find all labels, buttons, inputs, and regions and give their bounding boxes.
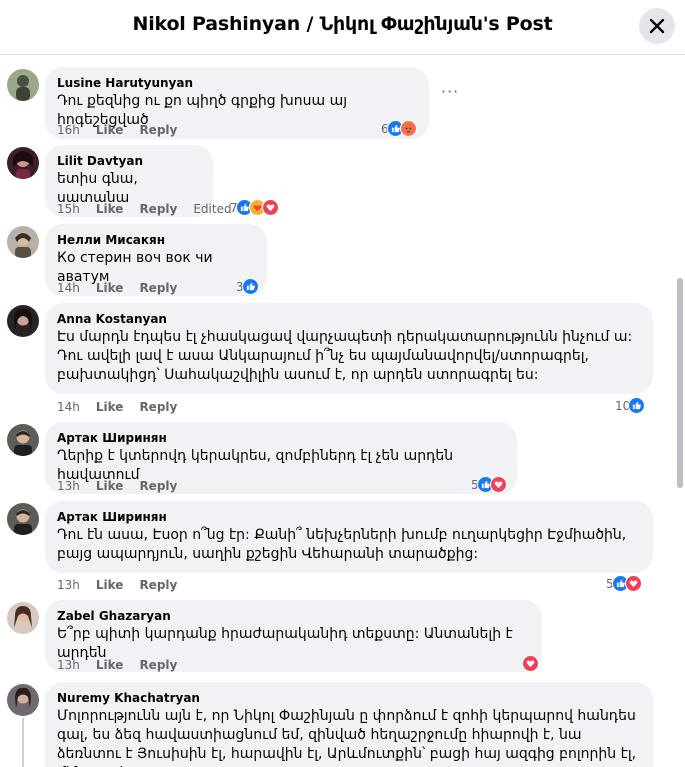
avatar[interactable] bbox=[7, 503, 39, 535]
like-button[interactable]: Like bbox=[96, 479, 124, 493]
comment-author[interactable]: Zabel Ghazaryan bbox=[57, 608, 530, 624]
reaction-summary[interactable]: 5 bbox=[606, 575, 642, 592]
reply-button[interactable]: Reply bbox=[139, 658, 177, 672]
reply-button[interactable]: Reply bbox=[139, 123, 177, 137]
love-icon bbox=[522, 655, 539, 672]
comment-bubble: Anna Kostanyan Էս մարդն էդպես էլ չհասկաց… bbox=[45, 303, 653, 394]
comment-time[interactable]: 14h bbox=[57, 281, 80, 295]
scrollbar[interactable] bbox=[677, 278, 683, 488]
comment-actions: 13h Like Reply bbox=[57, 578, 193, 592]
reaction-summary[interactable]: 6 bbox=[381, 120, 417, 137]
reaction-summary[interactable]: 5 bbox=[471, 476, 507, 493]
comment-author[interactable]: Нелли Мисакян bbox=[57, 232, 255, 248]
reply-button[interactable]: Reply bbox=[139, 400, 177, 414]
thread-line bbox=[22, 718, 24, 767]
reply-button[interactable]: Reply bbox=[139, 281, 177, 295]
like-button[interactable]: Like bbox=[96, 400, 124, 414]
reaction-summary[interactable] bbox=[522, 655, 539, 672]
reaction-summary[interactable]: 3 bbox=[236, 278, 259, 295]
dialog-title: Nikol Pashinyan / Նիկոլ Փաշինյան's Post bbox=[132, 13, 553, 35]
like-button[interactable]: Like bbox=[96, 578, 124, 592]
comment-author[interactable]: Nuremy Khachatryan bbox=[57, 690, 641, 706]
comment-time[interactable]: 14h bbox=[57, 400, 80, 414]
comment-actions: 13h Like Reply bbox=[57, 658, 193, 672]
post-dialog-header: Nikol Pashinyan / Նիկոլ Փաշինյան's Post bbox=[0, 0, 685, 55]
comment-bubble: Артак Ширинян Դու էն ասա, Էսօր ո՞նց էր: … bbox=[45, 501, 653, 573]
avatar[interactable] bbox=[7, 226, 39, 258]
comment-author[interactable]: Lilit Davtyan bbox=[57, 153, 201, 169]
love-icon bbox=[261, 199, 279, 216]
avatar[interactable] bbox=[7, 147, 39, 179]
more-options-icon[interactable]: ··· bbox=[441, 82, 459, 101]
avatar[interactable] bbox=[7, 305, 39, 337]
comment-time[interactable]: 13h bbox=[57, 479, 80, 493]
avatar[interactable] bbox=[7, 424, 39, 456]
comment-author[interactable]: Lusine Harutyunyan bbox=[57, 75, 417, 91]
comment-time[interactable]: 13h bbox=[57, 658, 80, 672]
comment-actions: 15h Like Reply Edited bbox=[57, 202, 248, 216]
comment-actions: 16h Like Reply bbox=[57, 123, 193, 137]
like-button[interactable]: Like bbox=[96, 281, 124, 295]
reply-button[interactable]: Reply bbox=[139, 202, 177, 216]
comment-author[interactable]: Anna Kostanyan bbox=[57, 311, 641, 327]
avatar[interactable] bbox=[7, 602, 39, 634]
comment-time[interactable]: 15h bbox=[57, 202, 80, 216]
avatar[interactable] bbox=[7, 69, 39, 101]
comment-bubble: Nuremy Khachatryan Մոլորությունն այն է, … bbox=[45, 682, 653, 767]
angry-icon bbox=[399, 120, 417, 137]
comment-actions: 13h Like Reply bbox=[57, 479, 193, 493]
comment-actions: 14h Like Reply bbox=[57, 400, 193, 414]
comment-author[interactable]: Артак Ширинян bbox=[57, 509, 641, 525]
reply-button[interactable]: Reply bbox=[139, 479, 177, 493]
reply-button[interactable]: Reply bbox=[139, 578, 177, 592]
comment-text: Մոլորությունն այն է, որ Նիկոլ Փաշինյան ը… bbox=[57, 708, 637, 767]
like-icon bbox=[628, 397, 646, 414]
comment-text: Դու էն ասա, Էսօր ո՞նց էր: Քանի՞ նեխչերնե… bbox=[57, 527, 627, 562]
reaction-summary[interactable]: 7 bbox=[230, 199, 279, 216]
close-icon bbox=[649, 18, 665, 34]
like-button[interactable]: Like bbox=[96, 202, 124, 216]
love-icon bbox=[489, 476, 507, 493]
love-icon bbox=[624, 575, 642, 592]
comment-actions: 14h Like Reply bbox=[57, 281, 193, 295]
comment-author[interactable]: Артак Ширинян bbox=[57, 430, 505, 446]
like-icon bbox=[241, 278, 259, 295]
comment-text: Էս մարդն էդպես էլ չհասկացավ վարչապետի դե… bbox=[57, 329, 633, 383]
comment-time[interactable]: 16h bbox=[57, 123, 80, 137]
close-button[interactable] bbox=[639, 8, 675, 44]
like-button[interactable]: Like bbox=[96, 658, 124, 672]
comment-time[interactable]: 13h bbox=[57, 578, 80, 592]
edited-label[interactable]: Edited bbox=[193, 202, 231, 216]
like-button[interactable]: Like bbox=[96, 123, 124, 137]
reaction-summary[interactable]: 10 bbox=[615, 397, 646, 414]
avatar[interactable] bbox=[7, 684, 39, 716]
